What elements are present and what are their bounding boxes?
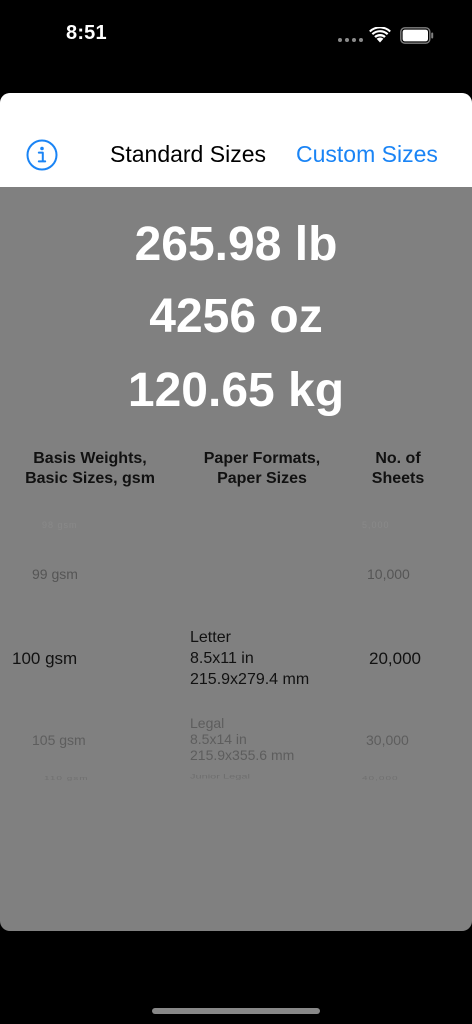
picker-sheets-selected[interactable]: 20,000 [369,649,421,669]
battery-icon [400,27,434,44]
tab-standard-sizes[interactable]: Standard Sizes [110,141,266,168]
info-icon[interactable] [26,139,58,171]
wifi-icon [369,27,391,43]
cellular-signal-icon [338,38,364,44]
modal-sheet: Standard Sizes Custom Sizes 265.98 lb 42… [0,93,472,931]
picker-basis-option[interactable]: 105 gsm [32,732,86,748]
home-indicator[interactable] [152,1008,320,1014]
status-time: 8:51 [66,22,107,44]
status-bar: 8:51 [0,0,472,70]
weight-pounds: 265.98 lb [134,218,338,271]
picker-format-option[interactable]: Junior Legal [190,773,250,781]
picker-sheets-option[interactable]: 10,000 [367,566,410,582]
picker-sheets-option[interactable]: 5,000 [362,520,390,530]
picker-basis-option[interactable]: 99 gsm [32,566,78,582]
picker-basis-selected[interactable]: 100 gsm [12,649,77,669]
column-header-basis-weights: Basis Weights, Basic Sizes, gsm [25,450,155,487]
tab-custom-sizes[interactable]: Custom Sizes [296,141,438,168]
picker-sheets-option[interactable]: 40,000 [362,776,399,782]
picker-basis-option[interactable]: 110 gsm [44,776,89,782]
weight-ounces: 4256 oz [149,290,323,343]
header-bar: Standard Sizes Custom Sizes [0,93,472,187]
weight-kilograms: 120.65 kg [127,364,345,417]
column-header-paper-formats: Paper Formats, Paper Sizes [203,450,321,487]
picker-format-option[interactable]: Legal 8.5x14 in 215.9x355.6 mm [190,715,294,763]
column-header-sheets: No. of Sheets [371,450,425,487]
picker-basis-option[interactable]: 98 gsm [42,520,78,530]
picker-format-selected[interactable]: Letter 8.5x11 in 215.9x279.4 mm [190,627,309,690]
picker-sheets-option[interactable]: 30,000 [366,732,409,748]
